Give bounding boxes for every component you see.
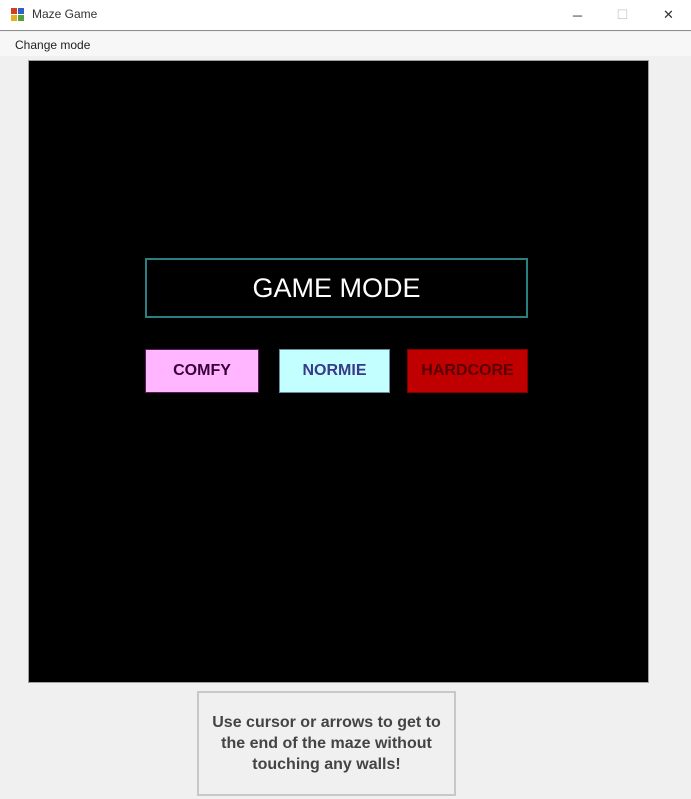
window-title: Maze Game xyxy=(32,7,98,21)
close-button[interactable]: ✕ xyxy=(646,0,691,30)
minimize-button[interactable]: ─ xyxy=(555,0,600,30)
menu-bar: Change mode xyxy=(0,32,691,56)
game-mode-title: GAME MODE xyxy=(145,258,528,318)
instructions-label: Use cursor or arrows to get to the end o… xyxy=(197,691,456,796)
normie-mode-button[interactable]: NORMIE xyxy=(279,349,390,393)
hardcore-mode-button[interactable]: HARDCORE xyxy=(407,349,528,393)
maze-canvas[interactable]: GAME MODE COMFY NORMIE HARDCORE xyxy=(28,60,649,683)
menu-change-mode[interactable]: Change mode xyxy=(15,38,90,52)
maximize-button[interactable]: ☐ xyxy=(600,0,645,30)
title-bar: Maze Game ─ ☐ ✕ xyxy=(0,0,691,31)
comfy-mode-button[interactable]: COMFY xyxy=(145,349,259,393)
app-icon xyxy=(11,8,25,22)
